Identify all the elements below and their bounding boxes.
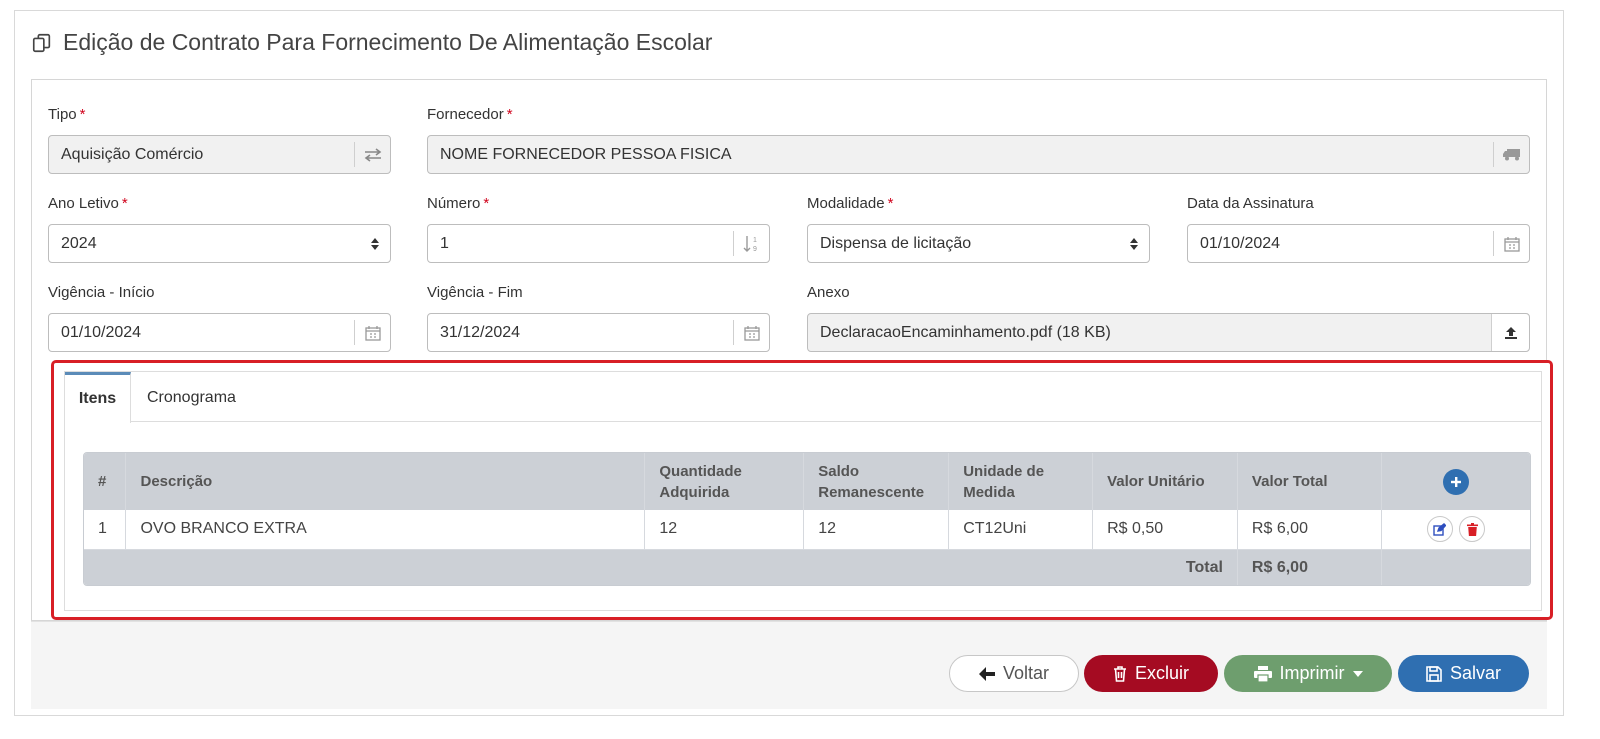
fornecedor-field: Fornecedor * NOME FORNECEDOR PESSOA FISIC… xyxy=(427,106,1530,176)
ano-letivo-select[interactable]: 2024 xyxy=(48,224,391,263)
swap-icon[interactable] xyxy=(354,142,390,167)
table-header-row: # Descrição Quantidade Adquirida Saldo Rem… xyxy=(84,453,1530,510)
tab-cronograma[interactable]: Cronograma xyxy=(133,372,250,423)
cell-num: 1 xyxy=(84,510,127,549)
tab-bar: Itens Cronograma xyxy=(65,372,1541,423)
cell-saldo: 12 xyxy=(803,510,950,549)
col-header-valor-unitario: Valor Unitário xyxy=(1092,453,1238,510)
col-header-descricao: Descrição xyxy=(125,453,646,510)
numero-field: Número * 1 19 xyxy=(427,195,770,265)
upload-icon xyxy=(1504,326,1517,339)
cell-valor-unitario: R$ 0,50 xyxy=(1092,510,1238,549)
fornecedor-label: Fornecedor * xyxy=(427,106,513,123)
add-item-button[interactable] xyxy=(1442,468,1469,495)
salvar-button[interactable]: Salvar xyxy=(1398,655,1529,692)
page-title-text: Edição de Contrato Para Fornecimento De … xyxy=(63,29,713,55)
trash-icon xyxy=(1466,522,1478,536)
data-assinatura-field: Data da Assinatura 01/10/2024 xyxy=(1187,195,1530,265)
tabs-container: Itens Cronograma # Descrição Quantidade A… xyxy=(64,371,1542,611)
table-footer-row: Total R$ 6,00 xyxy=(84,549,1530,585)
col-header-quantidade: Quantidade Adquirida xyxy=(644,453,805,510)
tipo-input[interactable]: Aquisição Comércio xyxy=(48,135,391,174)
truck-icon[interactable] xyxy=(1493,142,1529,167)
edit-icon xyxy=(1433,522,1447,536)
items-table: # Descrição Quantidade Adquirida Saldo Rem… xyxy=(83,452,1531,586)
col-header-saldo: Saldo Remanescente xyxy=(803,453,950,510)
data-assinatura-label: Data da Assinatura xyxy=(1187,195,1314,212)
delete-item-button[interactable] xyxy=(1459,516,1486,543)
data-assinatura-input[interactable]: 01/10/2024 xyxy=(1187,224,1530,263)
copy-edit-icon xyxy=(32,33,51,52)
select-caret-icon xyxy=(360,237,390,251)
col-header-actions xyxy=(1381,453,1530,510)
vigencia-inicio-field: Vigência - Início 01/10/2024 xyxy=(48,284,391,354)
caret-down-icon xyxy=(1352,670,1363,677)
tipo-field: Tipo * Aquisição Comércio xyxy=(48,106,391,176)
total-label: Total xyxy=(84,549,1238,585)
calendar-icon[interactable] xyxy=(354,320,390,345)
total-value: R$ 6,00 xyxy=(1237,549,1382,585)
col-header-valor-total: Valor Total xyxy=(1237,453,1382,510)
svg-text:1: 1 xyxy=(753,237,757,244)
cell-actions xyxy=(1381,510,1530,549)
col-header-unidade: Unidade de Medida xyxy=(948,453,1094,510)
vigencia-inicio-label: Vigência - Início xyxy=(48,284,155,301)
printer-icon xyxy=(1253,665,1272,682)
plus-icon xyxy=(1450,476,1461,487)
contract-edit-panel: Edição de Contrato Para Fornecimento De … xyxy=(14,10,1564,716)
voltar-button[interactable]: Voltar xyxy=(949,655,1079,692)
upload-button[interactable] xyxy=(1491,314,1529,351)
calendar-icon[interactable] xyxy=(1493,231,1529,256)
tipo-label: Tipo * xyxy=(48,106,86,123)
tab-itens[interactable]: Itens xyxy=(65,372,131,423)
excluir-button[interactable]: Excluir xyxy=(1084,655,1218,692)
numero-label: Número * xyxy=(427,195,490,212)
select-caret-icon xyxy=(1119,237,1149,251)
vigencia-fim-field: Vigência - Fim 31/12/2024 xyxy=(427,284,770,354)
vigencia-fim-label: Vigência - Fim xyxy=(427,284,523,301)
trash-icon xyxy=(1113,665,1126,682)
arrow-left-icon xyxy=(978,666,995,681)
anexo-field: Anexo DeclaracaoEncaminhamento.pdf (18 K… xyxy=(807,284,1530,354)
anexo-input[interactable]: DeclaracaoEncaminhamento.pdf (18 KB) xyxy=(807,313,1530,352)
sort-numeric-icon: 19 xyxy=(733,231,769,256)
cell-quantidade: 12 xyxy=(644,510,805,549)
modalidade-label: Modalidade * xyxy=(807,195,894,212)
save-icon xyxy=(1426,665,1442,682)
ano-letivo-field: Ano Letivo * 2024 xyxy=(48,195,391,265)
col-header-num: # xyxy=(84,453,127,510)
imprimir-dropdown-button[interactable]: Imprimir xyxy=(1224,655,1392,692)
items-section-highlight: Itens Cronograma # Descrição Quantidade A… xyxy=(51,360,1553,620)
calendar-icon[interactable] xyxy=(733,320,769,345)
cell-unidade: CT12Uni xyxy=(948,510,1094,549)
svg-text:9: 9 xyxy=(753,246,757,253)
modalidade-select[interactable]: Dispensa de licitação xyxy=(807,224,1150,263)
vigencia-inicio-input[interactable]: 01/10/2024 xyxy=(48,313,391,352)
fornecedor-input[interactable]: NOME FORNECEDOR PESSOA FISICA xyxy=(427,135,1530,174)
table-row: 1 OVO BRANCO EXTRA 12 12 CT12Uni R$ 0,50… xyxy=(84,510,1530,549)
cell-valor-total: R$ 6,00 xyxy=(1237,510,1382,549)
vigencia-fim-input[interactable]: 31/12/2024 xyxy=(427,313,770,352)
numero-input[interactable]: 1 19 xyxy=(427,224,770,263)
ano-letivo-label: Ano Letivo * xyxy=(48,195,128,212)
edit-item-button[interactable] xyxy=(1426,516,1453,543)
modalidade-field: Modalidade * Dispensa de licitação xyxy=(807,195,1150,265)
page-title: Edição de Contrato Para Fornecimento De … xyxy=(31,29,712,56)
anexo-label: Anexo xyxy=(807,284,850,301)
cell-descricao: OVO BRANCO EXTRA xyxy=(125,510,646,549)
action-bar: Voltar Excluir Imprimir Salvar xyxy=(31,621,1547,709)
